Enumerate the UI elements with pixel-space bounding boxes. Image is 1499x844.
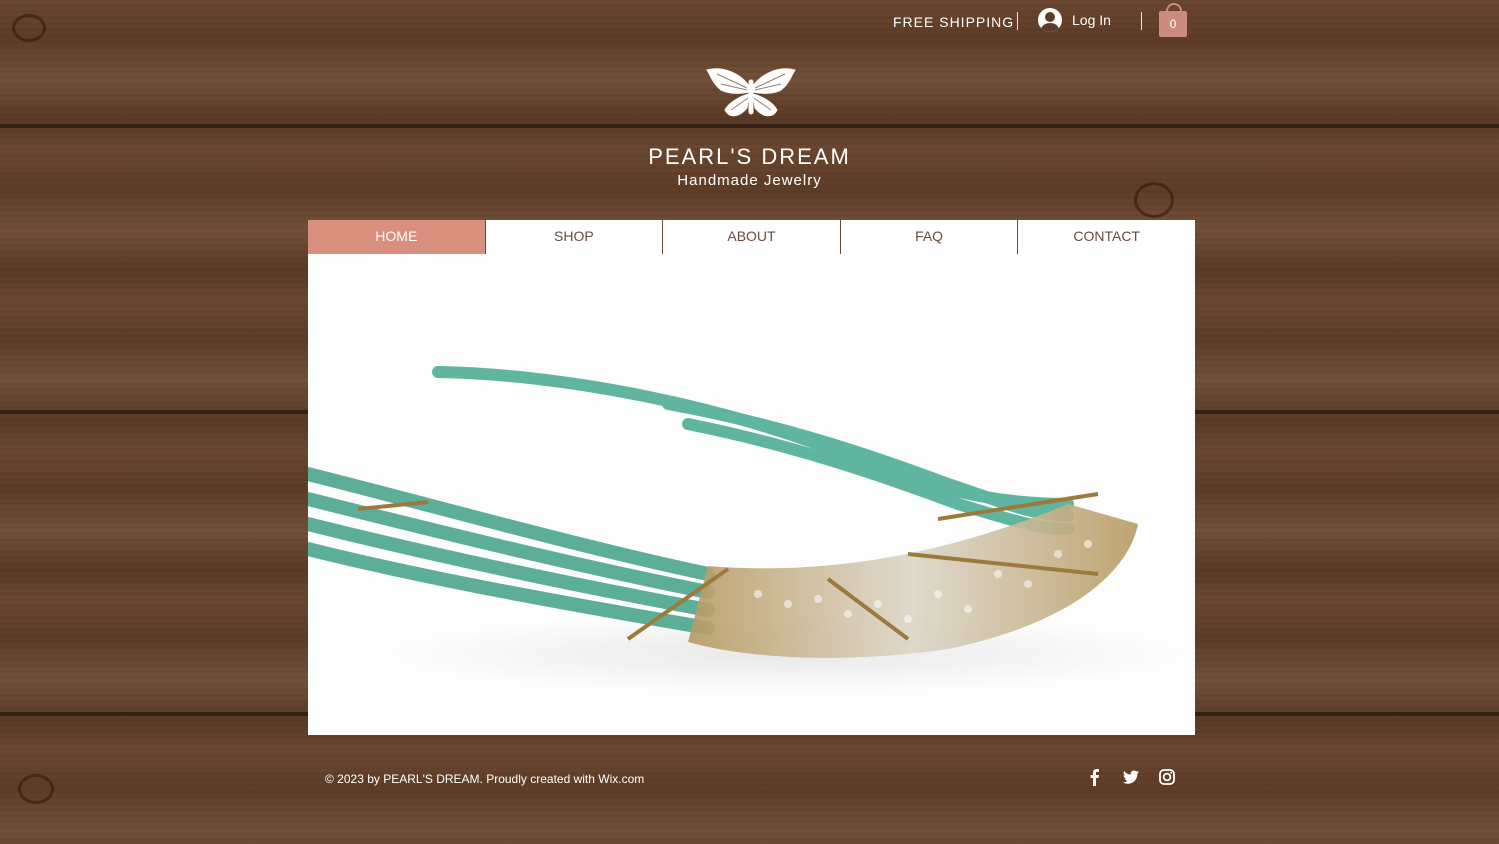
facebook-icon[interactable] — [1086, 768, 1104, 786]
instagram-icon[interactable] — [1158, 768, 1176, 786]
necklace-image — [308, 366, 1188, 694]
butterfly-icon[interactable] — [703, 64, 799, 122]
cart-button[interactable]: 0 — [1159, 3, 1187, 37]
login-button[interactable]: Log In — [1038, 8, 1111, 32]
login-label: Log In — [1072, 12, 1111, 28]
nav-faq[interactable]: FAQ — [839, 220, 1018, 254]
avatar-icon — [1038, 8, 1062, 32]
copyright-text: © 2023 by PEARL'S DREAM. Proudly created… — [325, 772, 645, 786]
nav-contact[interactable]: CONTACT — [1017, 220, 1195, 254]
main-nav: HOME SHOP ABOUT FAQ CONTACT — [308, 220, 1195, 254]
site-title[interactable]: PEARL'S DREAM — [0, 144, 1499, 170]
twitter-icon[interactable] — [1122, 768, 1140, 786]
hero-image — [308, 254, 1195, 735]
top-bar: FREE SHIPPING Log In 0 — [0, 0, 1499, 44]
divider — [1141, 12, 1142, 30]
cart-count: 0 — [1169, 17, 1177, 31]
nav-shop[interactable]: SHOP — [484, 220, 663, 254]
wood-knot — [18, 774, 54, 804]
divider — [1017, 12, 1018, 30]
nav-about[interactable]: ABOUT — [662, 220, 840, 254]
plank-divider — [0, 124, 1499, 128]
free-shipping-text: FREE SHIPPING — [893, 14, 1015, 30]
nav-home[interactable]: HOME — [308, 220, 485, 254]
site-tagline: Handmade Jewelry — [677, 172, 822, 189]
